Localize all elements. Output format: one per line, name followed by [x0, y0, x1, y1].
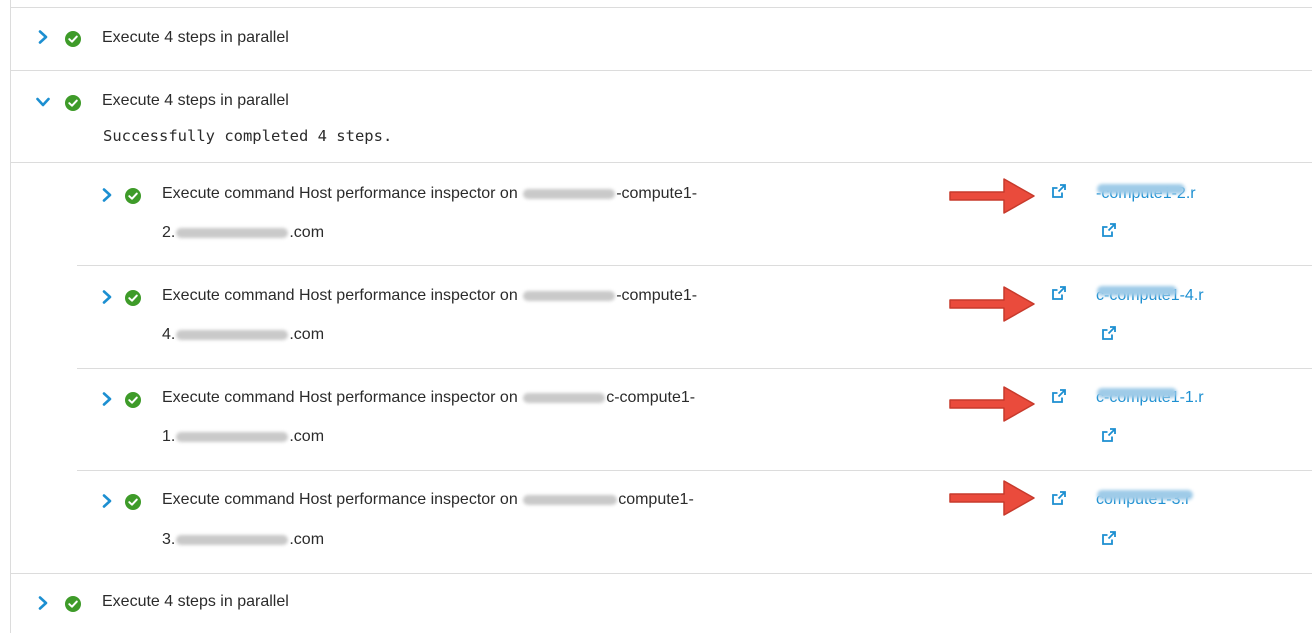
redacted-text: [176, 534, 289, 545]
check-circle-icon: [125, 188, 141, 204]
host-link[interactable]: c-compute1-4.r: [1096, 286, 1204, 306]
child-step-label-line2: 2. .com: [162, 224, 325, 241]
divider: [11, 70, 1312, 71]
divider: [11, 162, 1312, 163]
chevron-right-icon[interactable]: [101, 494, 113, 508]
redacted-text: [1097, 286, 1177, 296]
external-link-icon[interactable]: [1101, 427, 1117, 443]
check-circle-icon: [125, 392, 141, 408]
check-circle-icon: [125, 494, 141, 510]
divider: [77, 368, 1312, 369]
chevron-right-icon[interactable]: [37, 596, 49, 610]
host-link[interactable]: compute1-3.r: [1096, 490, 1193, 510]
external-link-icon[interactable]: [1051, 183, 1067, 199]
external-link-icon[interactable]: [1101, 222, 1117, 238]
redacted-text: [1097, 184, 1185, 194]
check-circle-icon: [125, 290, 141, 306]
chevron-right-icon[interactable]: [101, 188, 113, 202]
chevron-right-icon[interactable]: [37, 30, 49, 44]
child-step-label-line1: Execute command Host performance inspect…: [162, 389, 696, 406]
host-link[interactable]: -compute1-2.r: [1096, 184, 1196, 204]
check-circle-icon: [65, 31, 81, 47]
red-arrow-icon: [949, 480, 1035, 516]
red-arrow-icon: [949, 178, 1035, 214]
external-link-icon[interactable]: [1051, 285, 1067, 301]
chevron-right-icon[interactable]: [101, 392, 113, 406]
child-step-label-line1: Execute command Host performance inspect…: [162, 185, 698, 202]
child-step-label-line1: Execute command Host performance inspect…: [162, 491, 694, 508]
redacted-text: [1097, 388, 1177, 398]
child-step-label-line1: Execute command Host performance inspect…: [162, 287, 698, 304]
external-link-icon[interactable]: [1051, 490, 1067, 506]
child-step-label-line2: 3. .com: [162, 531, 325, 548]
redacted-text: [523, 188, 616, 199]
step-label: Execute 4 steps in parallel: [102, 92, 289, 109]
external-link-icon[interactable]: [1101, 325, 1117, 341]
child-step-label-line2: 4. .com: [162, 326, 325, 343]
check-circle-icon: [65, 596, 81, 612]
step-label: Execute 4 steps in parallel: [102, 29, 289, 46]
red-arrow-icon: [949, 386, 1035, 422]
host-link[interactable]: c-compute1-1.r: [1096, 388, 1204, 408]
redacted-text: [176, 329, 289, 340]
redacted-text: [176, 431, 289, 442]
chevron-right-icon[interactable]: [101, 290, 113, 304]
chevron-down-icon[interactable]: [36, 96, 50, 108]
command-details-panel: Execute 4 steps in parallel Execute 4 st…: [10, 0, 1312, 633]
child-step-label-line2: 1. .com: [162, 428, 325, 445]
redacted-text: [523, 392, 606, 403]
redacted-text: [523, 290, 616, 301]
divider: [77, 470, 1312, 471]
step-label: Execute 4 steps in parallel: [102, 593, 289, 610]
external-link-icon[interactable]: [1101, 530, 1117, 546]
check-circle-icon: [65, 95, 81, 111]
divider: [11, 7, 1312, 8]
redacted-text: [1097, 490, 1193, 500]
redacted-text: [176, 227, 289, 238]
red-arrow-icon: [949, 286, 1035, 322]
step-status-message: Successfully completed 4 steps.: [103, 127, 393, 145]
divider: [11, 573, 1312, 574]
redacted-text: [523, 494, 618, 505]
external-link-icon[interactable]: [1051, 388, 1067, 404]
divider: [77, 265, 1312, 266]
